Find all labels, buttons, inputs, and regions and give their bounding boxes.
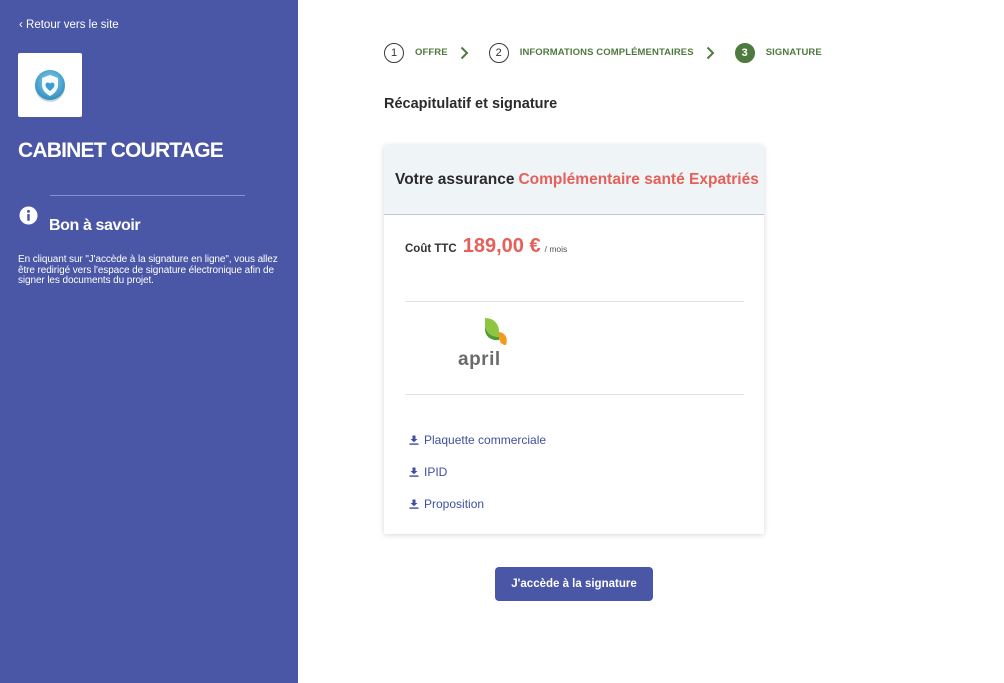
- sidebar-divider: [50, 195, 245, 196]
- document-link-plaquette[interactable]: Plaquette commerciale: [409, 424, 546, 456]
- step-informations[interactable]: 2 INFORMATIONS COMPLÉMENTAIRES: [488, 42, 735, 63]
- card-header: Votre assurance Complémentaire santé Exp…: [384, 145, 764, 215]
- document-label: Plaquette commerciale: [424, 433, 547, 447]
- insurance-summary-card: Votre assurance Complémentaire santé Exp…: [384, 145, 764, 534]
- section-title: Récapitulatif et signature: [384, 96, 558, 112]
- sidebar: ‹ Retour vers le site CABINET COURTAGE B…: [0, 0, 298, 683]
- insurer-logo-text: april: [458, 349, 501, 370]
- step-signature[interactable]: 3 SIGNATURE: [734, 42, 822, 63]
- step-offre[interactable]: 1 OFFRE: [384, 42, 489, 63]
- shield-heart-icon: [35, 70, 65, 102]
- price-row: Coût TTC 189,00 € / mois: [405, 235, 567, 258]
- step-label: INFORMATIONS COMPLÉMENTAIRES: [519, 47, 694, 58]
- header-prefix: Votre assurance: [395, 170, 515, 188]
- download-icon: [409, 435, 419, 445]
- price-unit: / mois: [544, 244, 568, 254]
- step-number: 2: [488, 42, 509, 63]
- cabinet-name: CABINET COURTAGE: [18, 139, 224, 162]
- document-link-ipid[interactable]: IPID: [409, 456, 546, 488]
- document-label: IPID: [424, 465, 448, 479]
- step-label: OFFRE: [415, 47, 448, 58]
- step-label: SIGNATURE: [765, 47, 822, 58]
- chevron-right-icon: [460, 46, 469, 59]
- access-signature-button[interactable]: J'accède à la signature: [495, 567, 653, 601]
- card-divider: [405, 394, 744, 395]
- insurer-logo: april: [458, 318, 507, 370]
- info-title: Bon à savoir: [49, 217, 141, 234]
- download-icon: [409, 499, 419, 509]
- card-divider: [405, 301, 744, 302]
- chevron-right-icon: [706, 46, 715, 59]
- download-icon: [409, 467, 419, 477]
- product-name: Complémentaire santé Expatriés: [518, 170, 759, 188]
- document-link-proposition[interactable]: Proposition: [409, 488, 546, 520]
- page: ‹ Retour vers le site CABINET COURTAGE B…: [0, 0, 1004, 683]
- price-label: Coût TTC: [405, 243, 457, 255]
- step-number: 3: [734, 42, 755, 63]
- step-number: 1: [384, 42, 404, 63]
- stepper: 1 OFFRE 2 INFORMATIONS COMPLÉMENTAIRES 3…: [384, 42, 822, 63]
- back-to-site-link[interactable]: ‹ Retour vers le site: [19, 19, 119, 31]
- cabinet-logo: [18, 53, 82, 117]
- price-value: 189,00 €: [462, 235, 541, 257]
- info-icon: [19, 206, 38, 225]
- documents-list: Plaquette commerciale IPID Proposition: [409, 424, 546, 520]
- document-label: Proposition: [424, 497, 485, 511]
- info-text: En cliquant sur "J'accède à la signature…: [18, 254, 278, 286]
